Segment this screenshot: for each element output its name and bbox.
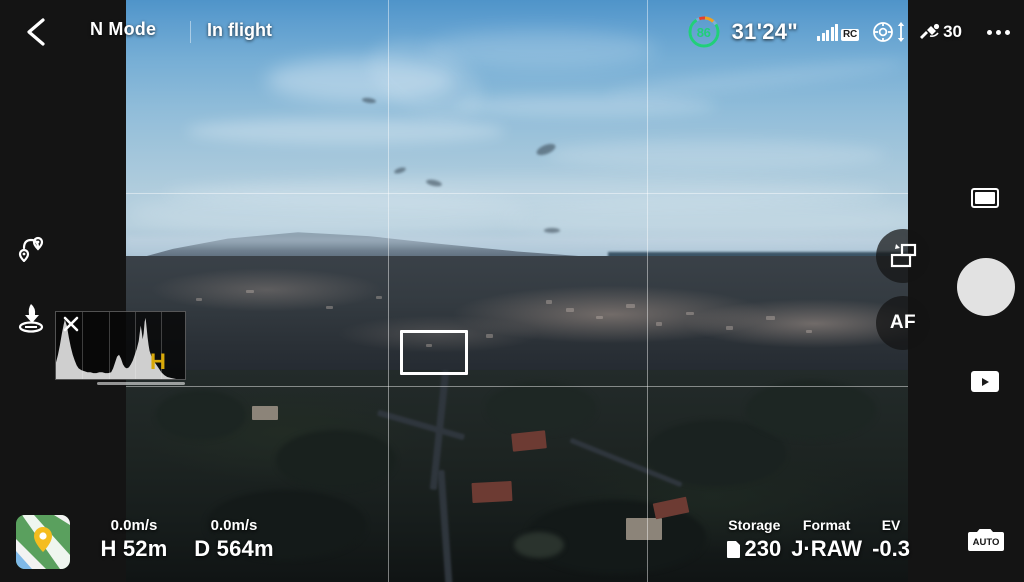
format-label: Format xyxy=(802,517,851,533)
ev-label: EV xyxy=(881,517,901,533)
photo-video-toggle-icon xyxy=(975,192,995,204)
signal-bars-glyph xyxy=(817,23,839,41)
shutter-button[interactable] xyxy=(957,258,1015,316)
city-region xyxy=(126,256,908,386)
auto-landing-icon[interactable] xyxy=(14,300,48,339)
back-button[interactable] xyxy=(22,16,52,48)
storage-info[interactable]: Storage 230 xyxy=(727,516,781,563)
vision-system-icon[interactable] xyxy=(872,21,906,43)
format-info[interactable]: Format J·RAW xyxy=(791,516,862,563)
ev-value: -0.3 xyxy=(872,536,910,561)
dot xyxy=(996,29,1001,35)
histogram-panel[interactable]: H xyxy=(55,311,186,380)
af-label: AF xyxy=(889,312,917,333)
auto-camera-button[interactable]: AUTO xyxy=(967,524,1005,554)
vertical-speed-label: 0.0m/s xyxy=(110,517,158,534)
highlight-marker-label: H xyxy=(150,349,166,374)
signal-bars-icon[interactable]: RC xyxy=(817,23,860,41)
rc-badge: RC xyxy=(841,28,860,41)
af-mode-button[interactable]: AF xyxy=(876,296,930,350)
left-panel xyxy=(0,0,126,582)
sd-card-icon xyxy=(727,540,741,558)
video-feed[interactable] xyxy=(126,0,908,582)
photo-video-toggle-button[interactable] xyxy=(971,188,999,208)
battery-indicator[interactable]: 86 xyxy=(687,15,721,49)
satellite-count-label: 30 xyxy=(943,22,962,41)
vertical-arrows-icon xyxy=(897,22,905,42)
af-focus-box[interactable] xyxy=(400,330,468,375)
dot xyxy=(1005,29,1010,35)
waypoint-route-icon[interactable] xyxy=(14,234,44,267)
more-options-button[interactable] xyxy=(983,24,1014,41)
status-cluster: 86 31'24" RC 30 xyxy=(687,12,1014,52)
playback-button[interactable] xyxy=(971,371,999,392)
satellite-icon xyxy=(920,23,940,39)
satellite-indicator[interactable]: 30 xyxy=(919,22,962,42)
storage-value-row: 230 xyxy=(727,535,781,563)
map-thumbnail-button[interactable] xyxy=(16,515,70,569)
flight-mode-label[interactable]: N Mode xyxy=(90,19,156,40)
horizontal-speed-label: 0.0m/s xyxy=(210,517,258,534)
ev-info[interactable]: EV -0.3 xyxy=(872,516,910,563)
telemetry-readout: 0.0m/s H 52m 0.0m/s D 564m xyxy=(84,516,284,563)
battery-percent-label: 86 xyxy=(696,24,711,40)
camera-info-readout: Storage 230 Format J·RAW EV -0.3 xyxy=(727,516,910,563)
flight-time-label: 31'24" xyxy=(731,19,799,44)
close-icon[interactable] xyxy=(63,316,79,332)
drone-camera-app: N Mode In flight 86 31'24" RC 30 H AF AU… xyxy=(0,0,1024,582)
height-label: H 52m xyxy=(100,536,168,561)
format-value: J·RAW xyxy=(791,536,863,561)
svg-text:AUTO: AUTO xyxy=(973,537,1000,548)
distance-label: D 564m xyxy=(194,536,274,561)
storage-label: Storage xyxy=(728,517,781,533)
storage-value: 230 xyxy=(744,536,782,561)
panorama-mode-button[interactable] xyxy=(876,229,930,283)
histogram-scrollbar[interactable] xyxy=(97,382,185,385)
dot xyxy=(987,29,992,35)
playback-play-icon xyxy=(982,377,989,386)
panorama-mode-icon xyxy=(890,243,917,268)
